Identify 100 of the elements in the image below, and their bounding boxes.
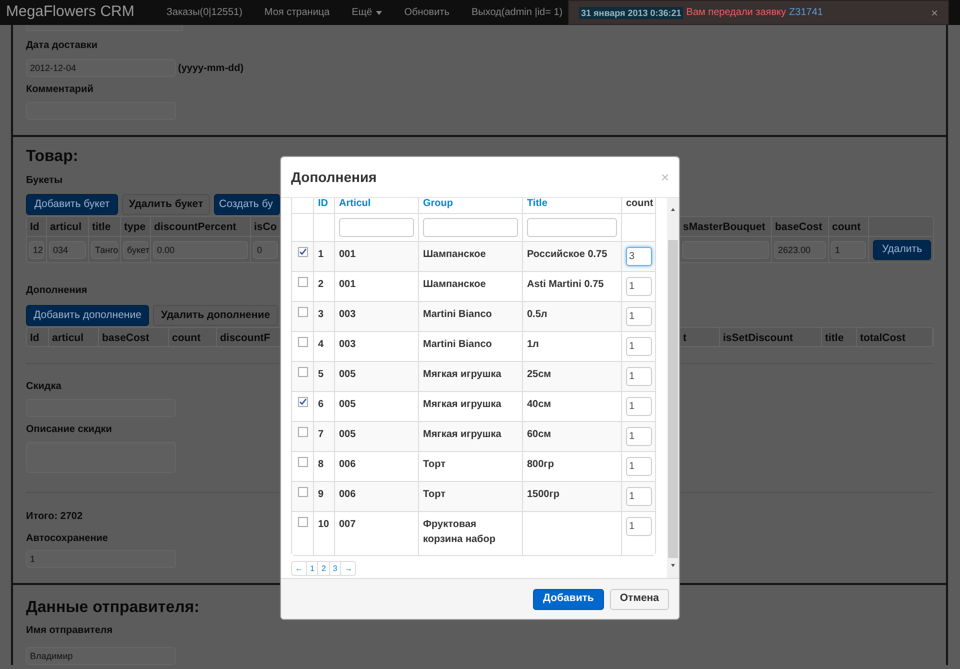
page-link[interactable]: 2 bbox=[318, 562, 330, 575]
table-input[interactable]: 1 bbox=[831, 240, 866, 258]
table-header-cell: totalCost bbox=[857, 328, 933, 346]
page-link[interactable]: → bbox=[341, 562, 356, 575]
count-field[interactable]: 1 bbox=[626, 427, 652, 446]
checkbox[interactable] bbox=[298, 427, 308, 437]
table-cell-text: 0.5л bbox=[527, 308, 548, 322]
nav-link[interactable]: Заказы(0|12551) bbox=[166, 5, 242, 20]
nav-link[interactable]: Выход(admin |id= 1) bbox=[471, 5, 563, 20]
table-cell-text: 6 bbox=[318, 398, 325, 412]
table-input[interactable]: 2623.00 bbox=[774, 240, 826, 258]
count-field[interactable]: 1 bbox=[626, 457, 652, 476]
autosave-field[interactable]: 1 bbox=[26, 550, 176, 568]
table-header-cell: count bbox=[169, 328, 217, 346]
sort-link[interactable]: Title bbox=[527, 198, 548, 210]
table-cell-text: Шампанское bbox=[423, 278, 487, 292]
checkbox[interactable] bbox=[298, 397, 308, 407]
checkbox[interactable] bbox=[298, 247, 308, 257]
field-label: Скидка bbox=[26, 381, 62, 393]
cancel-button[interactable]: Отмена bbox=[610, 588, 669, 610]
field-label: Дата доставки bbox=[26, 40, 98, 52]
table-header-cell: discountPercent bbox=[151, 217, 251, 236]
table-header-cell: title bbox=[89, 217, 121, 236]
filter-field[interactable] bbox=[339, 218, 414, 237]
table-cell-text: 9 bbox=[318, 488, 325, 502]
table-input[interactable]: 034 bbox=[49, 240, 86, 258]
count-field[interactable]: 1 bbox=[626, 487, 652, 506]
checkbox[interactable] bbox=[298, 457, 308, 467]
checkbox[interactable] bbox=[298, 367, 308, 377]
button[interactable]: Создать бу bbox=[214, 194, 280, 215]
close-button[interactable]: × bbox=[930, 4, 938, 22]
count-field[interactable]: 1 bbox=[626, 367, 652, 386]
page-link[interactable]: ← bbox=[292, 562, 307, 575]
table-input[interactable]: 0 bbox=[253, 240, 278, 258]
table-input[interactable]: 0.00 bbox=[153, 240, 248, 258]
checkmark-icon bbox=[298, 248, 306, 256]
section-heading: Товар: bbox=[26, 148, 78, 166]
count-field[interactable]: 1 bbox=[626, 307, 652, 326]
checkbox[interactable] bbox=[298, 487, 308, 497]
table-cell-text: Торт bbox=[423, 488, 446, 502]
count-field[interactable]: 1 bbox=[626, 397, 652, 416]
table-header-cell: Id bbox=[27, 328, 49, 346]
table-header-cell: Id bbox=[27, 217, 47, 236]
table-cell-text: 001 bbox=[339, 278, 357, 292]
checkbox[interactable] bbox=[298, 307, 308, 317]
table-cell-text: Martini Bianco bbox=[423, 338, 493, 352]
table-header-cell: baseCost bbox=[99, 328, 169, 346]
filter-field[interactable] bbox=[423, 218, 518, 237]
table-cell-text: 1 bbox=[318, 248, 325, 262]
button[interactable]: Удалить букет bbox=[122, 194, 210, 215]
count-field[interactable]: 3 bbox=[626, 247, 652, 266]
page-link[interactable]: 1 bbox=[307, 562, 318, 575]
table-cell-text: 2 bbox=[318, 278, 325, 292]
checkbox[interactable] bbox=[298, 337, 308, 347]
checkbox[interactable] bbox=[298, 517, 308, 527]
input-field[interactable] bbox=[26, 25, 183, 31]
button[interactable]: Добавить букет bbox=[26, 194, 118, 215]
field-label: Комментарий bbox=[26, 84, 94, 96]
brand-logo[interactable]: MegaFlowers CRM bbox=[6, 1, 134, 24]
sort-link[interactable]: ID bbox=[318, 198, 328, 210]
table-cell-text: Российское 0.75 bbox=[527, 248, 608, 262]
table-cell-text: 006 bbox=[339, 488, 357, 502]
count-field[interactable]: 1 bbox=[626, 277, 652, 296]
table-cell-text: 003 bbox=[339, 338, 357, 352]
table-cell-text: 800гр bbox=[527, 458, 555, 472]
table-cell-text: Торт bbox=[423, 458, 446, 472]
sender-name-field[interactable]: Владимир bbox=[26, 647, 176, 665]
table-header-cell: type bbox=[121, 217, 151, 236]
count-field[interactable]: 1 bbox=[626, 517, 652, 536]
page-link[interactable]: 3 bbox=[330, 562, 342, 575]
nav-link[interactable]: Моя страница bbox=[264, 5, 330, 20]
add-button[interactable]: Добавить bbox=[533, 588, 604, 610]
checkbox[interactable] bbox=[298, 277, 308, 287]
field-label: Имя отправителя bbox=[26, 625, 113, 637]
delete-button[interactable]: Удалить bbox=[873, 240, 931, 260]
table-cell-text: 1л bbox=[527, 338, 540, 352]
date-field[interactable]: 2012-12-04 bbox=[26, 59, 176, 77]
button[interactable]: Удалить дополнение bbox=[153, 305, 278, 326]
table-cell-text: 006 bbox=[339, 458, 357, 472]
table-cell-text: Martini Bianco bbox=[423, 308, 493, 322]
nav-link[interactable]: Обновить bbox=[404, 5, 450, 20]
table-cell-text: 005 bbox=[339, 428, 357, 442]
nav-link[interactable]: Ещё bbox=[352, 5, 382, 20]
table-header-cell: count bbox=[829, 217, 869, 236]
modal-title: Дополнения bbox=[291, 168, 377, 187]
filter-field[interactable] bbox=[527, 218, 617, 237]
field-label: Автосохранение bbox=[26, 533, 108, 545]
field-label: Букеты bbox=[26, 175, 62, 187]
table-cell-text: 001 bbox=[339, 248, 357, 262]
table-cell-text: 7 bbox=[318, 428, 325, 442]
table-input[interactable]: букет bbox=[123, 240, 148, 258]
scrollbar[interactable] bbox=[667, 198, 679, 578]
order-link[interactable]: Z31741 bbox=[789, 5, 823, 20]
table-cell-text: Мягкая игрушка bbox=[423, 398, 502, 412]
button[interactable]: Добавить дополнение bbox=[26, 305, 149, 326]
count-field[interactable]: 1 bbox=[626, 337, 652, 356]
sort-link[interactable]: Articul bbox=[339, 198, 371, 210]
sort-link[interactable]: Group bbox=[423, 198, 453, 210]
table-input[interactable]: 12 bbox=[29, 240, 44, 258]
table-input[interactable]: Танго bbox=[91, 240, 118, 258]
